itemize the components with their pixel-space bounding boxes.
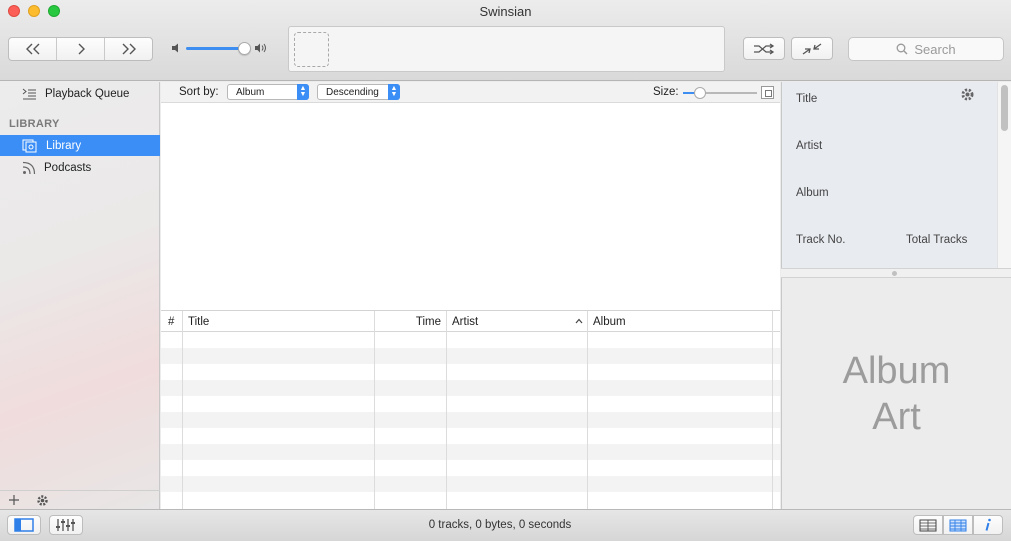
table-header: # Title Time Artist Album [161,311,780,332]
collapse-arrows-icon [802,42,822,55]
search-icon [896,43,908,55]
sort-bar: Sort by: Album ▲ ▼ Descending ▲ ▼ Size: [161,82,780,103]
toolbar: Swinsian Search [0,0,1011,81]
grid-view-icon [949,519,967,531]
column-divider [587,332,588,509]
size-label: Size: [653,86,679,98]
scrollbar-thumb[interactable] [1001,85,1008,131]
gear-icon[interactable] [36,494,49,507]
playback-queue-icon [22,88,36,99]
column-header-artist-label: Artist [452,315,479,328]
table-row [161,348,780,364]
shuffle-icon [754,42,775,55]
column-divider [182,332,183,509]
now-playing-artwork [294,32,329,67]
sort-order-value: Descending [326,86,379,98]
info-title-label: Title [796,93,818,105]
previous-track-button[interactable] [9,38,57,60]
column-header-album[interactable]: Album [588,311,773,332]
view-mode-grid-button[interactable] [943,515,973,535]
sidebar-item-label: Library [46,139,82,152]
view-mode-columns-button[interactable] [913,515,943,535]
table-row [161,412,780,428]
volume-low-icon [172,43,178,53]
shuffle-button[interactable] [743,37,785,60]
status-summary: 0 tracks, 0 bytes, 0 seconds [428,519,572,531]
column-divider [446,332,447,509]
track-table[interactable]: # Title Time Artist Album [161,311,780,509]
info-total-tracks-label: Total Tracks [906,234,968,246]
table-row [161,476,780,492]
playback-controls [8,37,153,61]
sort-by-label: Sort by: [179,86,219,98]
sort-order-popup[interactable]: Descending ▲ ▼ [317,84,400,100]
panel-splitter[interactable] [781,268,1011,278]
info-track-no-label: Track No. [796,234,846,246]
album-art-placeholder: Album Art [842,349,951,438]
bottom-bar: 0 tracks, 0 bytes, 0 seconds [0,509,1011,541]
search-field[interactable]: Search [848,37,1004,61]
mini-player-button[interactable] [791,37,833,60]
volume-slider-track[interactable] [186,47,246,50]
window-title: Swinsian [479,4,532,19]
next-track-button[interactable] [105,38,152,60]
column-header-artist[interactable]: Artist [447,311,588,332]
popup-arrows-icon: ▲ ▼ [297,84,309,100]
sort-field-popup[interactable]: Album ▲ ▼ [227,84,309,100]
album-browser[interactable] [161,103,780,311]
info-artist-label: Artist [796,140,823,152]
play-button[interactable] [57,38,105,60]
column-header-time[interactable]: Time [375,311,447,332]
search-placeholder: Search [914,41,956,57]
track-info-panel: Title Artist Album Track No. Total Track… [781,82,1011,268]
now-playing-display [288,26,725,72]
sidebar-item-label: Podcasts [44,161,92,174]
play-icon [78,43,85,55]
column-divider [772,332,773,509]
sidebar-item-library[interactable]: Library [0,135,160,156]
rewind-icon [25,43,39,55]
album-art-panel: Album Art [781,278,1011,509]
volume-high-icon [255,43,266,53]
column-header-number[interactable]: # [161,311,183,332]
sort-field-value: Album [236,86,265,98]
info-panel-button[interactable] [973,515,1003,535]
view-size-toggle-button[interactable] [761,86,774,99]
sort-ascending-icon [575,318,583,324]
gear-icon[interactable] [960,87,975,102]
info-icon [985,518,991,531]
sidebar-item-podcasts[interactable]: Podcasts [0,157,160,178]
sidebar-section-library: LIBRARY [9,118,60,130]
library-icon [22,139,37,152]
size-slider-knob[interactable] [694,87,706,99]
popup-arrows-icon: ▲ ▼ [388,84,400,100]
sidebar-footer [0,490,160,509]
table-row [161,444,780,460]
info-album-label: Album [796,187,829,199]
fast-forward-icon [122,43,136,55]
sidebar: Playback Queue LIBRARY Library Podcasts [0,82,160,509]
sidebar-item-playback-queue[interactable]: Playback Queue [0,83,160,104]
column-header-title[interactable]: Title [183,311,375,332]
sidebar-item-label: Playback Queue [45,87,130,100]
volume-slider-knob[interactable] [238,42,251,55]
column-divider [374,332,375,509]
add-playlist-button[interactable] [8,494,20,506]
info-scrollbar[interactable] [997,82,1011,268]
table-row [161,380,780,396]
podcast-icon [22,161,36,174]
columns-view-icon [919,519,937,531]
